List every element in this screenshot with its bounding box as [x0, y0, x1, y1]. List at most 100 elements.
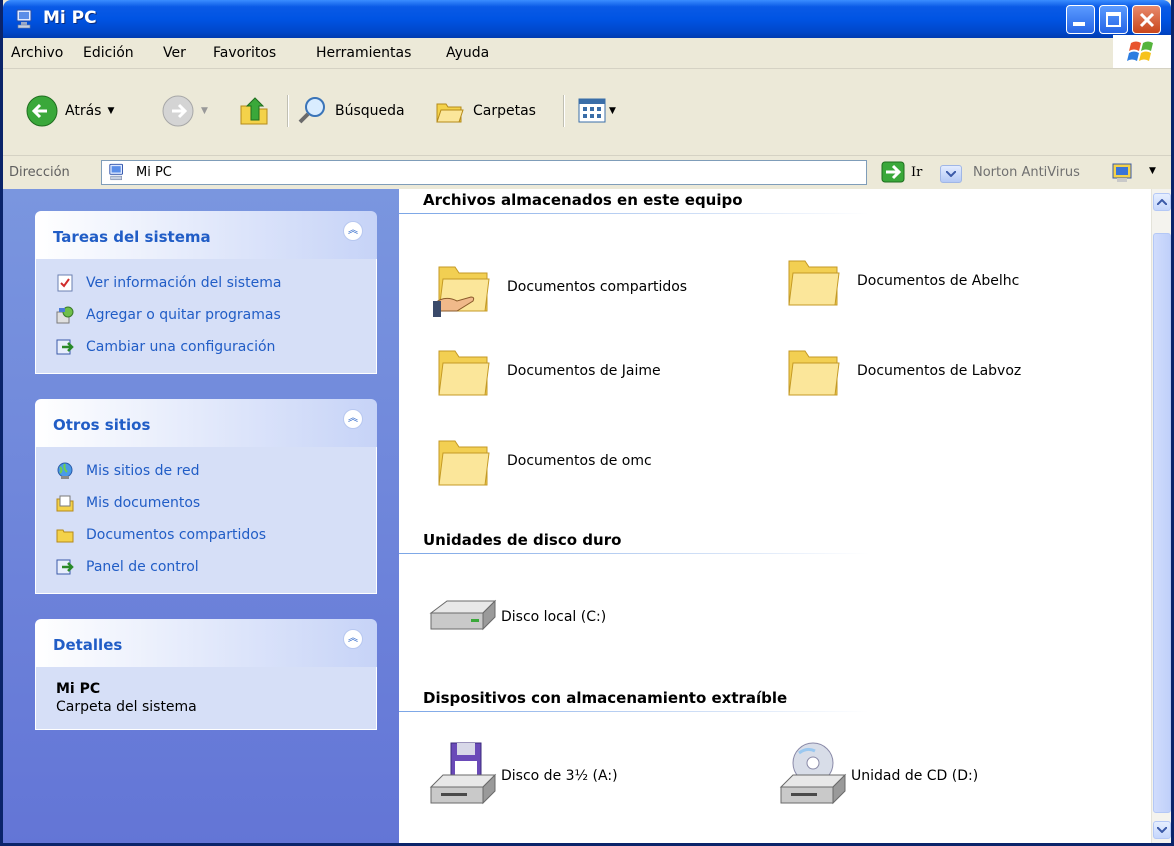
norton-icon[interactable] [1111, 162, 1133, 184]
menu-edicion[interactable]: Edición [83, 45, 134, 61]
details-title: Detalles [53, 636, 123, 654]
address-label: Dirección [9, 165, 70, 180]
menu-bar: Archivo Edición Ver Favoritos Herramient… [3, 38, 1171, 69]
back-dropdown-arrow-icon[interactable]: ▼ [107, 106, 114, 116]
cd-drive-icon [779, 742, 847, 805]
item-cd-drive-d[interactable]: Unidad de CD (D:) [777, 741, 978, 811]
control-panel-icon [56, 339, 74, 355]
item-label: Documentos de Labvoz [857, 363, 1022, 379]
close-button[interactable] [1132, 5, 1161, 34]
windows-logo-icon [1113, 35, 1171, 68]
folders-label: Carpetas [473, 103, 536, 119]
folder-icon [56, 529, 74, 543]
shared-folder-icon [433, 266, 490, 317]
norton-antivirus-label[interactable]: Norton AntiVirus [973, 165, 1080, 180]
minimize-button[interactable] [1066, 5, 1095, 34]
item-label: Disco local (C:) [501, 609, 607, 625]
back-button[interactable]: Atrás ▼ [25, 91, 114, 131]
details-header[interactable]: Detalles ︽ [35, 619, 377, 667]
scroll-up-button[interactable] [1153, 193, 1171, 211]
address-dropdown-button[interactable] [940, 165, 962, 183]
scroll-thumb[interactable] [1153, 233, 1171, 813]
collapse-chevron-icon[interactable]: ︽ [343, 629, 363, 649]
title-bar[interactable]: Mi PC [3, 0, 1171, 38]
item-label: Documentos de Jaime [507, 363, 661, 379]
views-icon [578, 98, 606, 123]
place-shared-documents[interactable]: Documentos compartidos [36, 519, 376, 551]
place-label: Panel de control [86, 559, 199, 575]
folders-icon [436, 103, 464, 123]
views-button[interactable]: ▼ [577, 91, 616, 131]
up-folder-button[interactable] [237, 91, 271, 131]
place-my-network[interactable]: Mis sitios de red [36, 455, 376, 487]
control-panel-icon [56, 559, 74, 575]
go-label: Ir [911, 164, 923, 180]
task-label: Agregar o quitar programas [86, 307, 281, 323]
item-documents-abelhc[interactable]: Documentos de Abelhc [783, 249, 1019, 313]
menu-herramientas[interactable]: Herramientas [316, 45, 411, 61]
views-dropdown-arrow-icon[interactable]: ▼ [609, 106, 616, 116]
scroll-down-button[interactable] [1153, 821, 1171, 839]
place-my-documents[interactable]: Mis documentos [36, 487, 376, 519]
my-computer-icon [15, 9, 37, 33]
place-control-panel[interactable]: Panel de control [36, 551, 376, 583]
folders-button[interactable]: Carpetas [433, 91, 536, 131]
group-separator [399, 711, 869, 712]
system-tasks-title: Tareas del sistema [53, 228, 211, 246]
forward-dropdown-arrow-icon[interactable]: ▼ [201, 106, 208, 116]
item-label: Disco de 3½ (A:) [501, 768, 618, 784]
collapse-chevron-icon[interactable]: ︽ [343, 409, 363, 429]
task-view-system-info[interactable]: Ver información del sistema [36, 267, 376, 299]
system-tasks-header[interactable]: Tareas del sistema ︽ [35, 211, 377, 259]
standard-toolbar: Atrás ▼ ▼ Búsqueda Carpetas ▼ [3, 69, 1171, 152]
item-local-disk-c[interactable]: Disco local (C:) [427, 589, 606, 645]
group-title-removable: Dispositivos con almacenamiento extraíbl… [423, 689, 788, 707]
menu-ayuda[interactable]: Ayuda [446, 45, 489, 61]
group-separator [399, 553, 869, 554]
explorer-window: Mi PC Archivo Edición Ver Favoritos Herr… [0, 0, 1174, 846]
place-label: Mis sitios de red [86, 463, 200, 479]
group-title-stored-files: Archivos almacenados en este equipo [423, 191, 743, 209]
folder-icon [438, 440, 490, 486]
search-button[interactable]: Búsqueda [295, 91, 405, 131]
system-tasks-list: Ver información del sistema Agregar o qu… [35, 259, 377, 374]
menu-archivo[interactable]: Archivo [11, 45, 63, 61]
item-shared-documents[interactable]: Documentos compartidos [433, 255, 687, 319]
task-change-setting[interactable]: Cambiar una configuración [36, 331, 376, 363]
folder-icon [438, 350, 490, 396]
vertical-scrollbar[interactable] [1151, 189, 1171, 843]
collapse-chevron-icon[interactable]: ︽ [343, 221, 363, 241]
folder-icon [788, 260, 840, 306]
menu-ver[interactable]: Ver [163, 45, 186, 61]
search-icon [298, 97, 325, 124]
content-pane: Archivos almacenados en este equipo Docu… [399, 189, 1151, 843]
item-documents-labvoz[interactable]: Documentos de Labvoz [783, 339, 1021, 403]
maximize-button[interactable] [1099, 5, 1128, 34]
network-places-icon [57, 462, 73, 479]
toolbar-separator [287, 95, 289, 127]
norton-dropdown-arrow-icon[interactable]: ▼ [1149, 166, 1156, 176]
item-documents-omc[interactable]: Documentos de omc [433, 429, 652, 493]
back-label: Atrás [65, 103, 102, 119]
my-computer-icon [109, 163, 123, 181]
task-add-remove-programs[interactable]: Agregar o quitar programas [36, 299, 376, 331]
group-title-hard-drives: Unidades de disco duro [423, 531, 622, 549]
forward-button[interactable]: ▼ [161, 91, 208, 131]
other-places-header[interactable]: Otros sitios ︽ [35, 399, 377, 447]
other-places-title: Otros sitios [53, 416, 151, 434]
go-button[interactable]: Ir [881, 161, 922, 183]
task-pane: Tareas del sistema ︽ Ver información del… [3, 189, 399, 843]
system-info-icon [57, 274, 73, 292]
item-documents-jaime[interactable]: Documentos de Jaime [433, 339, 661, 403]
item-floppy-a[interactable]: Disco de 3½ (A:) [427, 741, 618, 811]
my-documents-icon [56, 495, 74, 512]
toolbar-separator [563, 95, 565, 127]
address-bar: Dirección Mi PC Ir Norton AntiVirus ▼ [3, 155, 1171, 190]
window-title: Mi PC [43, 8, 97, 28]
address-input[interactable]: Mi PC [101, 160, 962, 185]
menu-favoritos[interactable]: Favoritos [213, 45, 276, 61]
item-label: Unidad de CD (D:) [851, 768, 979, 784]
address-value: Mi PC [136, 165, 172, 180]
folder-icon [788, 350, 840, 396]
go-arrow-icon [881, 161, 905, 183]
